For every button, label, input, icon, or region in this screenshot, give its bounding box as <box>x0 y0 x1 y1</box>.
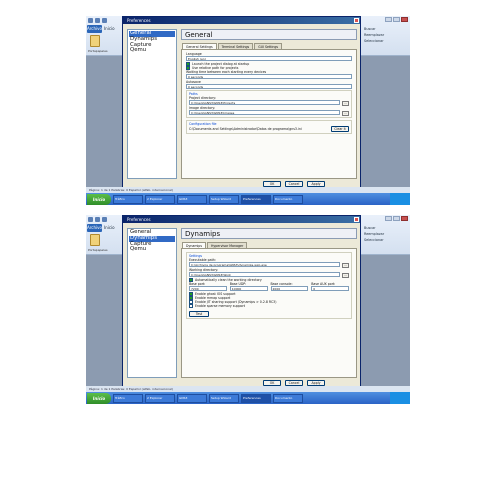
file-tab[interactable]: Archivo <box>87 224 102 232</box>
exec-path-input[interactable]: C:\Archivos de programa\GNS3\dynamips-wx… <box>189 262 340 267</box>
category-list: General Dynamips Capture Qemu <box>127 29 177 179</box>
taskbar-item[interactable]: 2 Explorer <box>145 194 175 204</box>
test-button[interactable]: Test <box>189 311 209 317</box>
home-tab[interactable]: Inicio <box>104 25 115 33</box>
dialog-close-icon[interactable] <box>354 217 359 222</box>
quick-access-toolbar <box>88 215 107 223</box>
base-port-input[interactable]: 7200 <box>189 286 227 291</box>
close-icon[interactable] <box>401 17 408 22</box>
taskbar-item[interactable]: Setup Wizard <box>209 194 239 204</box>
quick-access-toolbar <box>88 16 107 24</box>
maximize-icon[interactable] <box>393 17 400 22</box>
minimize-icon[interactable] <box>385 17 392 22</box>
redo-icon[interactable] <box>102 17 107 23</box>
clipboard-label: Portapapeles <box>88 248 108 252</box>
preferences-dialog: Preferences General Dynamips Capture Qem… <box>122 16 361 188</box>
autosave-spinbox[interactable]: 0 seconds <box>186 84 352 89</box>
auto-clean-checkbox[interactable] <box>189 278 193 282</box>
select-button[interactable]: Seleccionar <box>364 38 398 44</box>
category-list: General Dynamips Capture Qemu <box>127 228 177 378</box>
tab-content: Settings Executable path: C:\Archivos de… <box>181 248 357 378</box>
taskbar: Inicio Tráfico 2 Explorer GNS3 Setup Wiz… <box>86 392 410 404</box>
minimize-icon[interactable] <box>385 216 392 221</box>
project-dir-browse-button[interactable]: ... <box>342 100 349 106</box>
taskbar-item[interactable]: Documento <box>273 194 303 204</box>
clipboard-label: Portapapeles <box>88 49 108 53</box>
relative-paths-checkbox[interactable] <box>186 66 190 70</box>
screenshot-dynamips: Archivo Inicio Portapapeles Buscar Reemp… <box>86 215 410 404</box>
project-dir-input[interactable]: C:\Users\GNS3\GNS3\Projects <box>189 100 340 105</box>
work-dir-input[interactable]: C:\Users\GNS3\GNS3\Work <box>189 272 340 277</box>
delay-spinbox[interactable]: 0 seconds <box>186 74 352 79</box>
dialog-title: Preferences <box>123 216 360 223</box>
panel-title: General <box>181 29 357 40</box>
undo-icon[interactable] <box>95 216 100 222</box>
save-icon[interactable] <box>88 17 93 23</box>
taskbar-item[interactable]: Setup Wizard <box>209 393 239 403</box>
paste-icon[interactable] <box>90 234 100 246</box>
save-icon[interactable] <box>88 216 93 222</box>
taskbar-item[interactable]: Tráfico <box>113 194 143 204</box>
taskbar-item[interactable]: GNS3 <box>177 194 207 204</box>
paste-icon[interactable] <box>90 35 100 47</box>
base-console-input[interactable]: 2000 <box>270 286 309 291</box>
taskbar-item[interactable]: Preferences <box>241 393 271 403</box>
base-udp-input[interactable]: 10000 <box>229 286 268 291</box>
settings-panel: Dynamips Dynamips Hypervisor Manager Set… <box>181 228 357 378</box>
window-controls <box>385 216 408 221</box>
home-tab[interactable]: Inicio <box>104 224 115 232</box>
image-dir-browse-button[interactable]: ... <box>342 110 349 116</box>
start-button[interactable]: Inicio <box>87 392 111 404</box>
redo-icon[interactable] <box>102 216 107 222</box>
panel-title: Dynamips <box>181 228 357 239</box>
select-button[interactable]: Seleccionar <box>364 237 398 243</box>
config-group: Configuration file C:\Documents and Sett… <box>186 120 352 134</box>
taskbar-item[interactable]: Preferences <box>241 194 271 204</box>
start-button[interactable]: Inicio <box>87 193 111 205</box>
work-dir-browse-button[interactable]: ... <box>342 272 349 278</box>
category-qemu[interactable]: Qemu <box>129 247 175 253</box>
file-tab[interactable]: Archivo <box>87 25 102 33</box>
page: Archivo Inicio Portapapeles Buscar Reemp… <box>0 0 495 495</box>
tab-content: Language English (en) Launch the project… <box>181 49 357 179</box>
window-controls <box>385 17 408 22</box>
settings-group: Settings Executable path: C:\Archivos de… <box>186 252 352 319</box>
taskbar-item[interactable]: GNS3 <box>177 393 207 403</box>
sparse-label: Enable sparse memory support <box>195 304 246 308</box>
dialog-title: Preferences <box>123 17 360 24</box>
taskbar-item[interactable]: Tráfico <box>113 393 143 403</box>
exec-path-browse-button[interactable]: ... <box>342 262 349 268</box>
taskbar-item[interactable]: Documento <box>273 393 303 403</box>
settings-panel: General General Settings Terminal Settin… <box>181 29 357 179</box>
image-dir-input[interactable]: C:\Users\GNS3\GNS3\Images <box>189 110 340 115</box>
close-icon[interactable] <box>401 216 408 221</box>
category-qemu[interactable]: Qemu <box>129 48 175 54</box>
sparse-checkbox[interactable] <box>189 304 193 308</box>
taskbar-item[interactable]: 2 Explorer <box>145 393 175 403</box>
base-aux-input[interactable]: 0 <box>311 286 349 291</box>
paths-group: Paths Project directory: C:\Users\GNS3\G… <box>186 90 352 118</box>
preferences-dialog: Preferences General Dynamips Capture Qem… <box>122 215 361 387</box>
maximize-icon[interactable] <box>393 216 400 221</box>
dialog-close-icon[interactable] <box>354 18 359 23</box>
editing-group: Buscar Reemplazar Seleccionar <box>364 26 398 44</box>
taskbar: Inicio Tráfico 2 Explorer GNS3 Setup Wiz… <box>86 193 410 205</box>
config-path-text: C:\Documents and Settings\Administrador\… <box>189 127 302 131</box>
screenshot-general: Archivo Inicio Portapapeles Buscar Reemp… <box>86 16 410 205</box>
port-fields: Base port: 7200 Base UDP: 10000 Base conso… <box>189 282 349 292</box>
editing-group: Buscar Reemplazar Seleccionar <box>364 225 398 243</box>
system-tray <box>390 392 410 404</box>
language-select[interactable]: English (en) <box>186 56 352 61</box>
system-tray <box>390 193 410 205</box>
clear-config-button[interactable]: Clear it <box>331 126 349 132</box>
undo-icon[interactable] <box>95 17 100 23</box>
